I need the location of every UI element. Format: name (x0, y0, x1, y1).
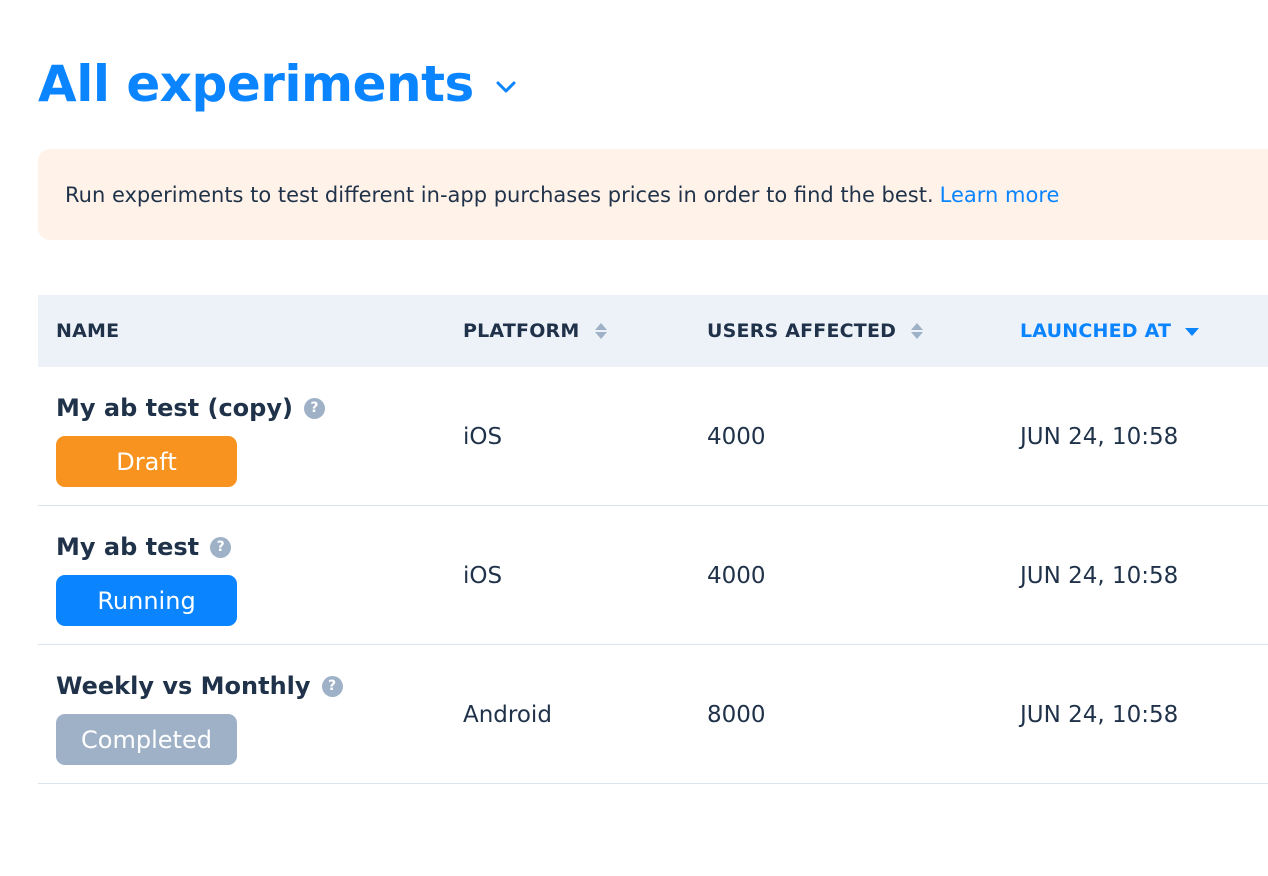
platform-cell: iOS (463, 562, 503, 589)
learn-more-link[interactable]: Learn more (940, 183, 1060, 207)
launched-at-cell: JUN 24, 10:58 (1020, 701, 1179, 728)
users-affected-cell: 4000 (707, 562, 766, 589)
sort-icon[interactable] (910, 320, 924, 342)
table-header: NAME PLATFORM USERS AFFECTED LAUNCHED AT (38, 295, 1268, 367)
experiment-name[interactable]: Weekly vs Monthly (56, 672, 311, 700)
sort-descending-icon[interactable] (1185, 320, 1200, 342)
column-header-launched-at[interactable]: LAUNCHED AT (1020, 295, 1200, 367)
experiments-dropdown[interactable]: All experiments (38, 54, 520, 114)
sort-icon[interactable] (594, 320, 608, 342)
column-header-launched-at-label: LAUNCHED AT (1020, 320, 1172, 342)
experiments-table: NAME PLATFORM USERS AFFECTED LAUNCHED AT (38, 295, 1268, 784)
users-affected-cell: 8000 (707, 701, 766, 728)
platform-cell: Android (463, 701, 552, 728)
table-row[interactable]: Weekly vs Monthly ? Completed Android 80… (38, 645, 1268, 784)
help-icon[interactable]: ? (303, 397, 325, 419)
column-header-name: NAME (56, 295, 119, 367)
experiment-name[interactable]: My ab test (56, 533, 199, 561)
column-header-platform-label: PLATFORM (463, 320, 580, 342)
experiment-name[interactable]: My ab test (copy) (56, 394, 293, 422)
table-row[interactable]: My ab test ? Running iOS 4000 JUN 24, 10… (38, 506, 1268, 645)
column-header-name-label: NAME (56, 320, 120, 342)
launched-at-cell: JUN 24, 10:58 (1020, 423, 1179, 450)
column-header-platform[interactable]: PLATFORM (463, 295, 608, 367)
table-row[interactable]: My ab test (copy) ? Draft iOS 4000 JUN 2… (38, 367, 1268, 506)
status-badge: Draft (56, 436, 237, 487)
status-badge: Completed (56, 714, 237, 765)
users-affected-cell: 4000 (707, 423, 766, 450)
platform-cell: iOS (463, 423, 503, 450)
info-banner: Run experiments to test different in-app… (38, 149, 1268, 240)
help-icon[interactable]: ? (210, 536, 232, 558)
launched-at-cell: JUN 24, 10:58 (1020, 562, 1179, 589)
column-header-users-affected-label: USERS AFFECTED (707, 320, 897, 342)
status-badge: Running (56, 575, 237, 626)
chevron-down-icon[interactable] (492, 73, 520, 101)
column-header-users-affected[interactable]: USERS AFFECTED (707, 295, 924, 367)
help-icon[interactable]: ? (321, 675, 343, 697)
page-title: All experiments (38, 55, 474, 113)
banner-text: Run experiments to test different in-app… (65, 182, 934, 207)
